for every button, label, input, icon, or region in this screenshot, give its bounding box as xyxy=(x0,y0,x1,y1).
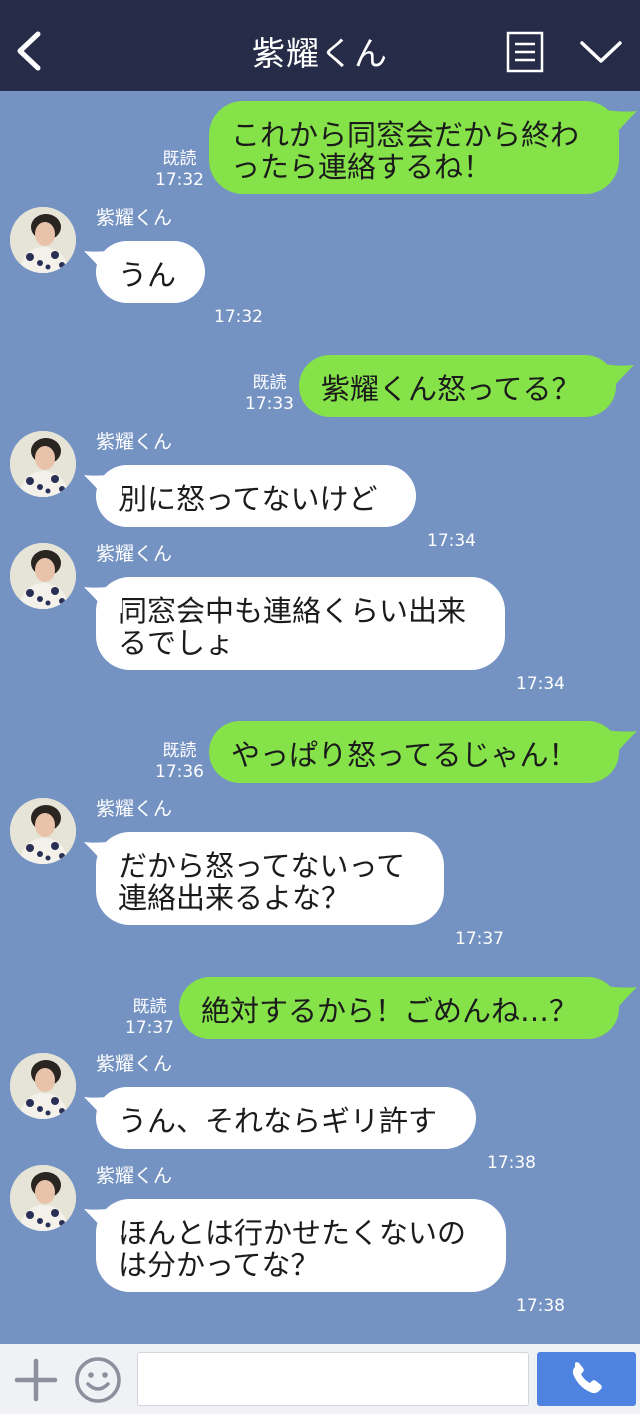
collapse-button[interactable] xyxy=(578,34,624,70)
bubble-tail xyxy=(84,1207,122,1235)
input-bar xyxy=(0,1344,640,1414)
bubble-tail xyxy=(84,585,122,613)
bubble-tail xyxy=(84,249,122,277)
my-message-bubble[interactable]: 絶対するから！ごめんね…？ xyxy=(179,977,619,1039)
message-meta: 17:38 xyxy=(516,1296,565,1317)
read-receipt: 既読 xyxy=(162,741,197,761)
my-message-bubble[interactable]: 紫耀くん怒ってる？ xyxy=(299,355,616,417)
bubble-tail xyxy=(599,109,637,137)
sender-name: 紫耀くん xyxy=(96,543,173,565)
message-meta: 17:32 xyxy=(214,307,263,328)
bubble-tail xyxy=(84,840,122,868)
message-input[interactable] xyxy=(137,1352,529,1406)
message-time: 17:36 xyxy=(155,762,204,782)
emoji-button[interactable] xyxy=(74,1356,122,1404)
sender-name: 紫耀くん xyxy=(96,1053,173,1075)
message-text-line: 別に怒ってないけど xyxy=(118,482,378,516)
message-text-line: ほんとは行かせたくないの xyxy=(118,1216,467,1250)
message-text-line: うん、それならギリ許す xyxy=(118,1104,438,1138)
phone-icon xyxy=(572,1362,602,1394)
message-text-line: これから同窓会だから終わ xyxy=(231,118,580,152)
sender-name: 紫耀くん xyxy=(96,431,173,453)
message-time: 17:38 xyxy=(487,1153,536,1173)
avatar[interactable] xyxy=(10,431,76,497)
message-meta: 17:37 xyxy=(455,929,504,950)
message-text-line: 紫耀くん怒ってる？ xyxy=(321,372,581,406)
call-button[interactable] xyxy=(537,1352,636,1406)
message-text-line: 連絡出来るよな？ xyxy=(118,881,351,915)
menu-button[interactable] xyxy=(506,31,544,73)
my-message-bubble[interactable]: これから同窓会だから終わ ったら連絡するね！ xyxy=(209,101,619,194)
read-receipt: 既読 xyxy=(162,149,197,169)
bubble-tail xyxy=(599,985,637,1013)
sender-name: 紫耀くん xyxy=(96,207,173,229)
message-text-line: ったら連絡するね！ xyxy=(231,150,493,184)
avatar[interactable] xyxy=(10,207,76,273)
message-meta: 既読 17:36 xyxy=(155,741,204,783)
message-meta: 既読 17:37 xyxy=(125,997,174,1039)
sender-name: 紫耀くん xyxy=(96,1165,173,1187)
message-text-line: だから怒ってないって xyxy=(118,849,406,883)
message-time: 17:37 xyxy=(125,1018,174,1038)
avatar[interactable] xyxy=(10,543,76,609)
message-time: 17:38 xyxy=(516,1296,565,1316)
smiley-icon xyxy=(75,1357,121,1403)
bubble-tail xyxy=(84,473,122,501)
message-meta: 既読 17:32 xyxy=(155,149,204,191)
message-time: 17:37 xyxy=(455,929,504,949)
message-text-line: 絶対するから！ごめんね…？ xyxy=(201,994,579,1028)
bubble-tail xyxy=(84,1095,122,1123)
their-message-bubble[interactable]: ほんとは行かせたくないの は分かってな？ xyxy=(96,1199,506,1292)
their-message-bubble[interactable]: 同窓会中も連絡くらい出来 るでしょ xyxy=(96,577,505,670)
read-receipt: 既読 xyxy=(132,997,167,1017)
message-text-line: 同窓会中も連絡くらい出来 xyxy=(118,594,467,628)
their-message-bubble[interactable]: 別に怒ってないけど xyxy=(96,465,416,527)
chevron-down-icon xyxy=(580,41,622,63)
message-time: 17:33 xyxy=(245,394,294,414)
read-receipt: 既読 xyxy=(252,373,287,393)
my-message-bubble[interactable]: やっぱり怒ってるじゃん！ xyxy=(209,721,619,783)
message-time: 17:34 xyxy=(516,674,565,694)
add-button[interactable] xyxy=(14,1358,58,1402)
list-menu-icon xyxy=(506,31,544,73)
avatar[interactable] xyxy=(10,1165,76,1231)
message-list[interactable]: これから同窓会だから終わ ったら連絡するね！ 既読 17:32 うん 17:32 紫耀くん紫… xyxy=(0,91,640,1344)
plus-icon xyxy=(14,1358,58,1402)
message-meta: 17:34 xyxy=(516,674,565,695)
message-meta: 17:34 xyxy=(427,531,476,552)
their-message-bubble[interactable]: だから怒ってないって 連絡出来るよな？ xyxy=(96,832,444,925)
their-message-bubble[interactable]: うん、それならギリ許す xyxy=(96,1087,476,1149)
chat-header: 紫耀くん xyxy=(0,0,640,91)
message-text-line: は分かってな？ xyxy=(118,1248,320,1282)
sender-name: 紫耀くん xyxy=(96,798,173,820)
back-button[interactable] xyxy=(10,26,50,76)
bubble-tail xyxy=(599,729,637,757)
message-time: 17:32 xyxy=(155,170,204,190)
message-meta: 17:38 xyxy=(487,1153,536,1174)
avatar[interactable] xyxy=(10,1053,76,1119)
message-text-line: やっぱり怒ってるじゃん！ xyxy=(231,738,578,772)
avatar[interactable] xyxy=(10,798,76,864)
chevron-left-icon xyxy=(17,31,41,71)
bubble-tail xyxy=(596,363,634,391)
message-time: 17:32 xyxy=(214,307,263,327)
chat-title: 紫耀くん xyxy=(252,34,388,73)
message-text-line: うん xyxy=(118,258,177,292)
message-meta: 既読 17:33 xyxy=(245,373,294,415)
message-time: 17:34 xyxy=(427,531,476,551)
message-text-line: るでしょ xyxy=(118,626,235,660)
